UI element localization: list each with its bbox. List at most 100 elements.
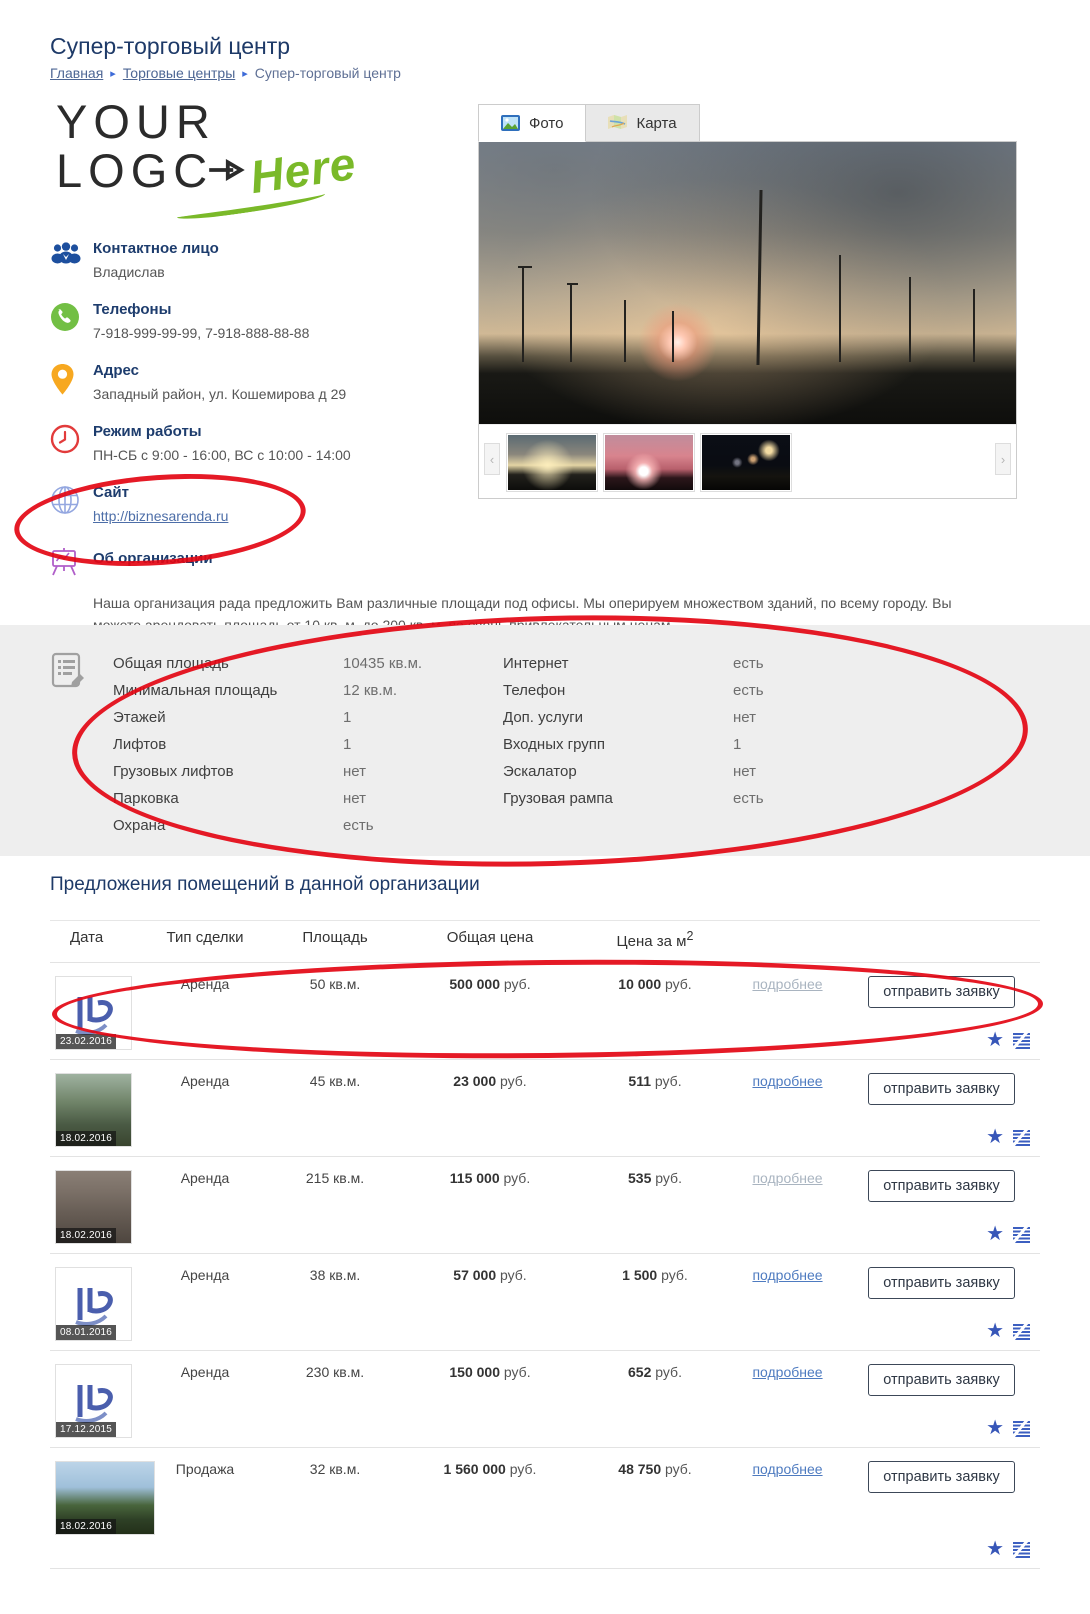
compare-icon[interactable] bbox=[1013, 1323, 1030, 1340]
thumbnail-2[interactable] bbox=[603, 433, 695, 492]
photo-icon bbox=[501, 115, 520, 131]
people-icon bbox=[50, 240, 93, 284]
offer-thumbnail[interactable]: 18.02.2016 bbox=[55, 1461, 155, 1535]
char-value: нет bbox=[343, 758, 503, 785]
offer-row: 18.02.2016 Продажа 32 кв.м. 1 560 000 ру… bbox=[50, 1447, 1040, 1569]
offer-price-per-m2: 48 750 руб. bbox=[580, 1461, 730, 1568]
offer-thumbnail[interactable]: 17.12.2015 bbox=[55, 1364, 132, 1438]
logo-text-logo: LOGC bbox=[56, 149, 213, 192]
favorite-star-icon[interactable]: ★ bbox=[986, 1127, 1004, 1147]
offer-area: 45 кв.м. bbox=[270, 1073, 400, 1156]
char-value: 1 bbox=[343, 731, 503, 758]
details-link[interactable]: подробнее bbox=[752, 1364, 822, 1380]
header-type: Тип сделки bbox=[140, 929, 270, 950]
favorite-star-icon[interactable]: ★ bbox=[986, 1539, 1004, 1559]
offer-date: 18.02.2016 bbox=[56, 1519, 116, 1534]
contact-person-item: Контактное лицо Владислав bbox=[50, 240, 480, 284]
send-request-button[interactable]: отправить заявку bbox=[868, 1170, 1014, 1202]
offer-area: 230 кв.м. bbox=[270, 1364, 400, 1447]
map-icon bbox=[608, 115, 627, 131]
char-label: Доп. услуги bbox=[503, 704, 733, 731]
offers-section: Предложения помещений в данной организац… bbox=[0, 874, 1090, 1569]
breadcrumb-separator-icon: ▸ bbox=[110, 68, 116, 80]
work-hours-value: ПН-СБ с 9:00 - 16:00, ВС с 10:00 - 14:00 bbox=[93, 447, 351, 463]
thumbnail-1[interactable] bbox=[506, 433, 598, 492]
compare-icon[interactable] bbox=[1013, 1226, 1030, 1243]
about-label: Об организации bbox=[93, 546, 213, 575]
offer-type: Аренда bbox=[140, 1073, 270, 1156]
site-label: Сайт bbox=[93, 484, 228, 501]
details-link[interactable]: подробнее bbox=[752, 976, 822, 992]
char-value: нет bbox=[343, 785, 503, 812]
offer-total-price: 1 560 000 руб. bbox=[400, 1461, 580, 1568]
send-request-button[interactable]: отправить заявку bbox=[868, 976, 1014, 1008]
offer-price-per-m2: 10 000 руб. bbox=[580, 976, 730, 1059]
offer-price-per-m2: 535 руб. bbox=[580, 1170, 730, 1253]
thumbnail-3[interactable] bbox=[700, 433, 792, 492]
offer-type: Аренда bbox=[140, 1267, 270, 1350]
favorite-star-icon[interactable]: ★ bbox=[986, 1418, 1004, 1438]
thumbs-prev-button[interactable]: ‹ bbox=[484, 443, 500, 475]
tab-map[interactable]: Карта bbox=[586, 104, 699, 142]
thumbs-next-button[interactable]: › bbox=[995, 443, 1011, 475]
about-section: Об организации Наша организация рада пре… bbox=[50, 546, 995, 637]
send-request-button[interactable]: отправить заявку bbox=[868, 1461, 1014, 1493]
char-value: 1 bbox=[733, 731, 893, 758]
offer-thumbnail[interactable]: 08.01.2016 bbox=[55, 1267, 132, 1341]
compare-icon[interactable] bbox=[1013, 1129, 1030, 1146]
address-value: Западный район, ул. Кошемирова д 29 bbox=[93, 386, 346, 402]
tab-photo[interactable]: Фото bbox=[478, 104, 586, 142]
char-label: Грузовая рампа bbox=[503, 785, 733, 812]
send-request-button[interactable]: отправить заявку bbox=[868, 1073, 1014, 1105]
photo-gallery: Фото Карта ‹ › bbox=[478, 104, 1017, 499]
favorite-star-icon[interactable]: ★ bbox=[986, 1030, 1004, 1050]
logo-arrow-icon bbox=[207, 148, 248, 192]
header-per-m2: Цена за м2 bbox=[580, 929, 730, 950]
contact-info: Контактное лицо Владислав Телефоны 7-918… bbox=[50, 240, 480, 545]
offer-thumbnail[interactable]: 18.02.2016 bbox=[55, 1073, 132, 1147]
details-link[interactable]: подробнее bbox=[752, 1461, 822, 1477]
details-link[interactable]: подробнее bbox=[752, 1073, 822, 1089]
char-label: Лифтов bbox=[113, 731, 343, 758]
offer-type: Аренда bbox=[140, 1170, 270, 1253]
offer-total-price: 57 000 руб. bbox=[400, 1267, 580, 1350]
offer-date: 23.02.2016 bbox=[56, 1034, 116, 1049]
offer-price-per-m2: 511 руб. bbox=[580, 1073, 730, 1156]
char-value: 10435 кв.м. bbox=[343, 650, 503, 677]
offer-row: 17.12.2015 Аренда 230 кв.м. 150 000 руб.… bbox=[50, 1350, 1040, 1447]
char-label: Интернет bbox=[503, 650, 733, 677]
globe-icon bbox=[50, 484, 93, 528]
header-date: Дата bbox=[50, 929, 140, 950]
breadcrumb-malls-link[interactable]: Торговые центры bbox=[123, 65, 235, 81]
favorite-star-icon[interactable]: ★ bbox=[986, 1224, 1004, 1244]
main-photo bbox=[479, 142, 1016, 424]
char-label: Грузовых лифтов bbox=[113, 758, 343, 785]
characteristics-right-column: Интернетесть Телефонесть Доп. услугинет … bbox=[503, 650, 893, 812]
offer-thumbnail[interactable]: 18.02.2016 bbox=[55, 1170, 132, 1244]
offer-type: Продажа bbox=[140, 1461, 270, 1568]
char-label: Общая площадь bbox=[113, 650, 343, 677]
char-label: Телефон bbox=[503, 677, 733, 704]
offer-row: 18.02.2016 Аренда 215 кв.м. 115 000 руб.… bbox=[50, 1156, 1040, 1253]
notes-icon bbox=[48, 650, 88, 697]
offer-date: 17.12.2015 bbox=[56, 1422, 116, 1437]
breadcrumb-home-link[interactable]: Главная bbox=[50, 65, 103, 81]
details-link[interactable]: подробнее bbox=[752, 1267, 822, 1283]
send-request-button[interactable]: отправить заявку bbox=[868, 1267, 1014, 1299]
compare-icon[interactable] bbox=[1013, 1032, 1030, 1049]
compare-icon[interactable] bbox=[1013, 1420, 1030, 1437]
send-request-button[interactable]: отправить заявку bbox=[868, 1364, 1014, 1396]
address-label: Адрес bbox=[93, 362, 346, 379]
site-link[interactable]: http://biznesarenda.ru bbox=[93, 508, 228, 524]
offer-total-price: 23 000 руб. bbox=[400, 1073, 580, 1156]
compare-icon[interactable] bbox=[1013, 1541, 1030, 1558]
favorite-star-icon[interactable]: ★ bbox=[986, 1321, 1004, 1341]
offer-total-price: 500 000 руб. bbox=[400, 976, 580, 1059]
phones-item: Телефоны 7-918-999-99-99, 7-918-888-88-8… bbox=[50, 301, 480, 345]
offer-thumbnail[interactable]: 23.02.2016 bbox=[55, 976, 132, 1050]
clock-icon bbox=[50, 423, 93, 467]
char-value: 12 кв.м. bbox=[343, 677, 503, 704]
site-item: Сайт http://biznesarenda.ru bbox=[50, 484, 480, 528]
char-label: Входных групп bbox=[503, 731, 733, 758]
details-link[interactable]: подробнее bbox=[752, 1170, 822, 1186]
